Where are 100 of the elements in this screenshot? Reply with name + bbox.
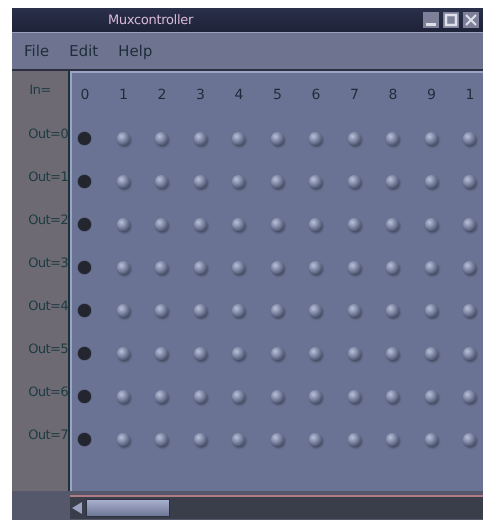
radio-button[interactable] [424, 218, 438, 231]
radio-button[interactable] [424, 175, 438, 188]
radio-button[interactable] [270, 175, 284, 188]
scrollbar-thumb[interactable] [86, 499, 170, 517]
radio-button[interactable] [463, 390, 476, 403]
radio-button[interactable] [270, 347, 284, 360]
radio-button[interactable] [232, 390, 245, 403]
radio-button[interactable] [424, 261, 438, 274]
radio-button[interactable] [116, 347, 130, 360]
radio-button[interactable] [116, 304, 130, 317]
radio-button[interactable] [155, 175, 168, 188]
radio-button[interactable] [386, 132, 399, 145]
radio-button[interactable] [309, 347, 322, 360]
radio-button[interactable] [348, 304, 360, 317]
input-label: In= [29, 83, 51, 100]
scroll-left-icon[interactable] [70, 500, 84, 516]
radio-button[interactable] [116, 175, 130, 188]
radio-button[interactable] [270, 390, 284, 403]
radio-button[interactable] [348, 218, 360, 231]
radio-button[interactable] [424, 304, 438, 317]
menu-item[interactable]: Edit [61, 38, 106, 64]
radio-button[interactable] [78, 433, 91, 446]
radio-button[interactable] [424, 390, 438, 403]
radio-button[interactable] [348, 261, 360, 274]
radio-button[interactable] [155, 347, 168, 360]
column-header: 4 [234, 87, 244, 105]
radio-button[interactable] [194, 132, 206, 145]
radio-button[interactable] [78, 175, 91, 188]
minimize-icon[interactable] [423, 12, 439, 28]
radio-button[interactable] [309, 175, 322, 188]
radio-button[interactable] [386, 175, 399, 188]
radio-button[interactable] [194, 218, 206, 231]
radio-button[interactable] [155, 304, 168, 317]
radio-button[interactable] [116, 218, 130, 231]
radio-button[interactable] [348, 433, 360, 446]
menu-item[interactable]: File [16, 38, 58, 64]
radio-button[interactable] [155, 433, 168, 446]
radio-button[interactable] [270, 304, 284, 317]
radio-button[interactable] [463, 433, 476, 446]
radio-button[interactable] [309, 433, 322, 446]
horizontal-scrollbar[interactable] [70, 495, 483, 519]
radio-button[interactable] [232, 175, 245, 188]
radio-button[interactable] [463, 218, 476, 231]
maximize-icon[interactable] [443, 12, 459, 28]
radio-button[interactable] [116, 132, 130, 145]
radio-button[interactable] [309, 132, 322, 145]
radio-button[interactable] [463, 175, 476, 188]
radio-button[interactable] [424, 347, 438, 360]
radio-button[interactable] [270, 261, 284, 274]
radio-button[interactable] [116, 390, 130, 403]
close-icon[interactable] [463, 12, 479, 28]
radio-button[interactable] [348, 390, 360, 403]
column-header: 1 [464, 87, 476, 105]
radio-button[interactable] [424, 132, 438, 145]
radio-button[interactable] [270, 218, 284, 231]
radio-button[interactable] [309, 390, 322, 403]
radio-button[interactable] [194, 433, 206, 446]
radio-button[interactable] [194, 304, 206, 317]
radio-button[interactable] [232, 218, 245, 231]
radio-button[interactable] [232, 261, 245, 274]
radio-button[interactable] [78, 218, 91, 231]
radio-button[interactable] [348, 175, 360, 188]
radio-button[interactable] [194, 261, 206, 274]
radio-button[interactable] [386, 347, 399, 360]
radio-button[interactable] [270, 132, 284, 145]
radio-button[interactable] [386, 390, 399, 403]
radio-button[interactable] [155, 390, 168, 403]
radio-button[interactable] [348, 347, 360, 360]
radio-button[interactable] [78, 347, 91, 360]
radio-button[interactable] [78, 132, 91, 145]
radio-button[interactable] [386, 433, 399, 446]
radio-button[interactable] [270, 433, 284, 446]
radio-button[interactable] [386, 218, 399, 231]
radio-button[interactable] [232, 304, 245, 317]
radio-button[interactable] [463, 132, 476, 145]
radio-button[interactable] [155, 218, 168, 231]
radio-button[interactable] [424, 433, 438, 446]
radio-button[interactable] [309, 218, 322, 231]
radio-button[interactable] [194, 347, 206, 360]
radio-button[interactable] [116, 261, 130, 274]
menu-item[interactable]: Help [110, 38, 160, 64]
radio-button[interactable] [348, 132, 360, 145]
radio-button[interactable] [78, 304, 91, 317]
radio-button[interactable] [309, 261, 322, 274]
radio-button[interactable] [309, 304, 322, 317]
radio-button[interactable] [463, 261, 476, 274]
radio-button[interactable] [194, 390, 206, 403]
radio-button[interactable] [194, 175, 206, 188]
radio-button[interactable] [232, 347, 245, 360]
radio-button[interactable] [463, 347, 476, 360]
radio-button[interactable] [116, 433, 130, 446]
radio-button[interactable] [463, 304, 476, 317]
radio-button[interactable] [386, 304, 399, 317]
radio-button[interactable] [78, 261, 91, 274]
radio-button[interactable] [232, 433, 245, 446]
radio-button[interactable] [155, 132, 168, 145]
radio-button[interactable] [386, 261, 399, 274]
radio-button[interactable] [78, 390, 91, 403]
radio-button[interactable] [155, 261, 168, 274]
radio-button[interactable] [232, 132, 245, 145]
